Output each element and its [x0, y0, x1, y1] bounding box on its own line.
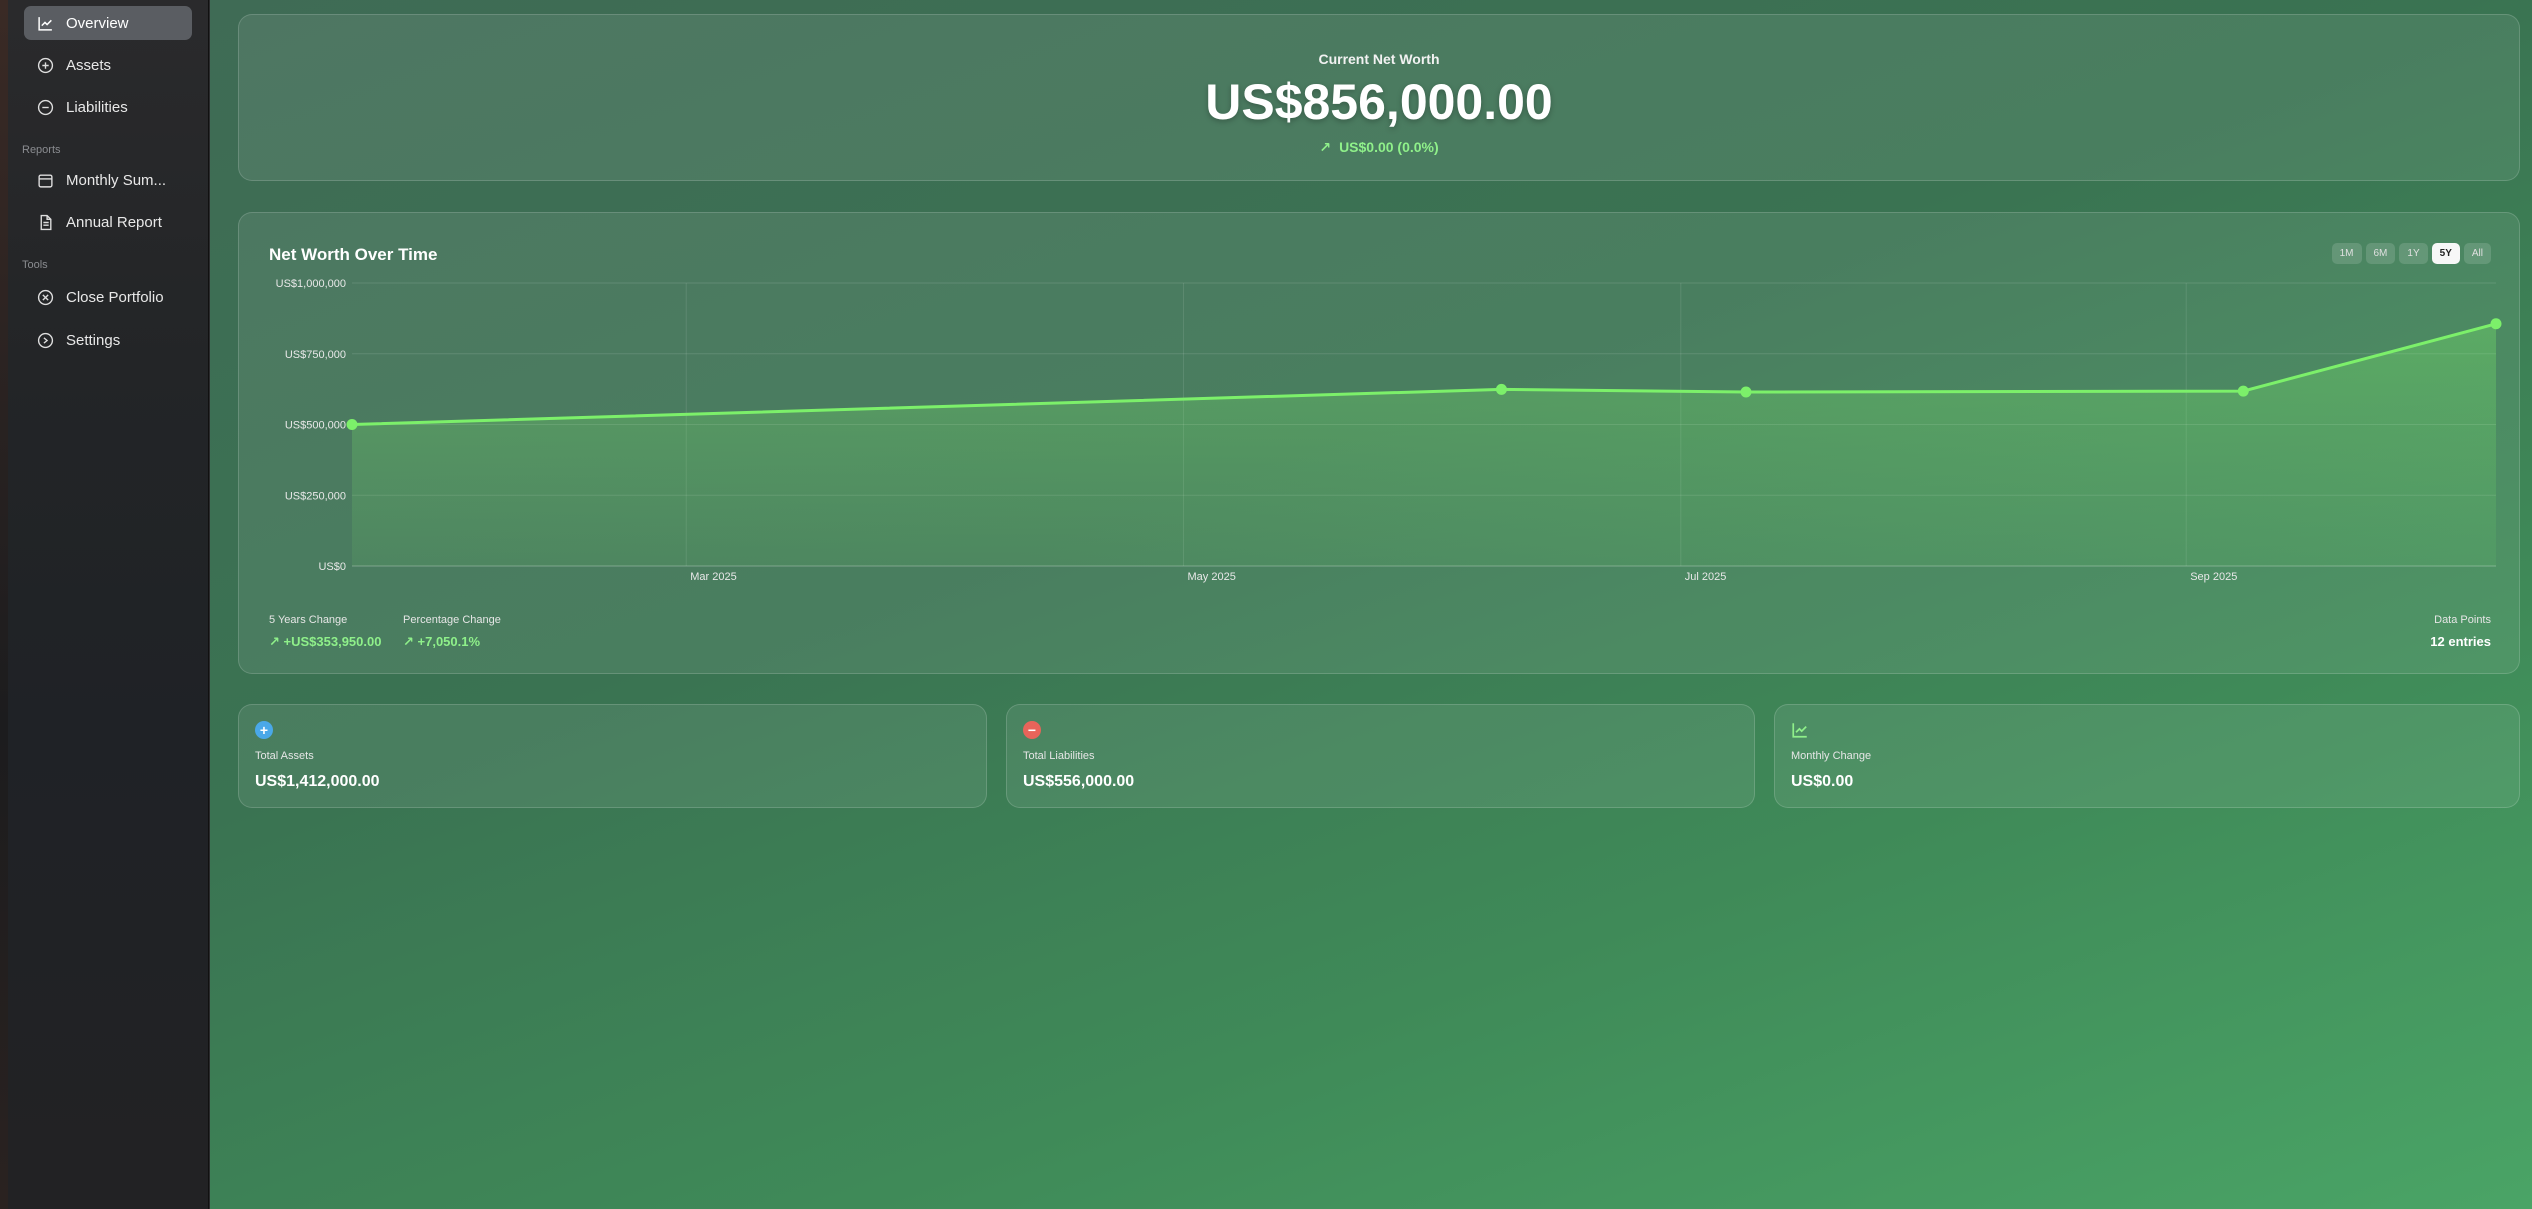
chart-line-icon [37, 15, 54, 32]
stat-value-text: +7,050.1% [417, 634, 481, 649]
y-tick-label: US$750,000 [285, 349, 346, 361]
summary-card-total-assets: + Total Assets US$1,412,000.00 [238, 704, 987, 808]
x-tick-label: Mar 2025 [690, 571, 736, 583]
arrow-up-right-icon: ↗ [1319, 139, 1332, 155]
x-tick-label: Sep 2025 [2190, 571, 2237, 583]
data-point[interactable] [1495, 383, 1507, 395]
sidebar-item-monthly-summary[interactable]: Monthly Sum... [24, 163, 192, 197]
y-tick-label: US$0 [318, 561, 346, 573]
plus-icon: + [255, 721, 273, 739]
y-tick-label: US$1,000,000 [276, 278, 346, 290]
summary-value: US$556,000.00 [1023, 773, 1135, 790]
sidebar-item-label: Liabilities [66, 98, 128, 116]
section-label-tools: Tools [22, 259, 48, 271]
arrow-up-right-icon: ↗ [269, 634, 284, 649]
y-tick-label: US$250,000 [285, 490, 346, 502]
x-circle-icon [37, 289, 54, 306]
sidebar-item-overview[interactable]: Overview [24, 6, 192, 40]
summary-label: Total Liabilities [1023, 750, 1095, 762]
data-point[interactable] [346, 419, 358, 430]
document-icon [37, 214, 54, 231]
stat-label: 5 Years Change [269, 614, 348, 626]
net-worth-value: US$856,000.00 [1205, 74, 1553, 130]
plus-circle-icon [37, 57, 54, 74]
y-tick-label: US$500,000 [285, 420, 346, 432]
stat-value: ↗ +7,050.1% [403, 634, 501, 650]
stat-value: 12 entries [2430, 634, 2491, 649]
calendar-icon [37, 172, 54, 189]
stat-data-points: Data Points 12 entries [2430, 614, 2491, 649]
section-label-reports: Reports [22, 144, 61, 156]
sidebar-item-label: Monthly Sum... [66, 171, 167, 189]
net-worth-label: Current Net Worth [1318, 51, 1440, 67]
sidebar-item-label: Settings [66, 331, 121, 349]
sidebar-item-label: Overview [66, 14, 129, 32]
data-point[interactable] [1740, 386, 1752, 398]
sidebar-item-annual-report[interactable]: Annual Report [24, 205, 192, 239]
stat-value-text: +US$353,950.00 [283, 634, 382, 649]
chart-line-icon [1791, 721, 1809, 739]
minus-circle-icon [37, 99, 54, 116]
sidebar-item-liabilities[interactable]: Liabilities [24, 90, 192, 124]
data-point[interactable] [2490, 318, 2502, 330]
stat-percentage-change: Percentage Change ↗ +7,050.1% [403, 614, 501, 650]
chart-area [352, 323, 2496, 566]
stat-label: Percentage Change [403, 614, 501, 626]
net-worth-change: ↗ US$0.00 (0.0%) [239, 139, 2519, 156]
sidebar-item-label: Annual Report [66, 213, 162, 231]
summary-value: US$1,412,000.00 [255, 773, 380, 790]
chart-card: Net Worth Over Time 1M 6M 1Y 5Y All US$1… [238, 212, 2520, 674]
main-content: Current Net Worth US$856,000.00 ↗ US$0.00… [210, 0, 2532, 1209]
gear-icon [37, 332, 54, 349]
net-worth-card: Current Net Worth US$856,000.00 ↗ US$0.00… [238, 14, 2520, 181]
sidebar-item-label: Close Portfolio [66, 288, 164, 306]
summary-label: Monthly Change [1791, 750, 1872, 762]
x-tick-label: May 2025 [1188, 571, 1236, 583]
window-edge [0, 0, 8, 1209]
minus-icon: − [1023, 721, 1041, 739]
summary-card-monthly-change: Monthly Change US$0.00 [1774, 704, 2520, 808]
stat-years-change: 5 Years Change ↗ +US$353,950.00 [269, 614, 381, 650]
sidebar-item-label: Assets [66, 56, 112, 74]
sidebar: Overview Assets Liabilities Reports Mont… [8, 0, 209, 1209]
data-point[interactable] [2237, 385, 2249, 397]
net-worth-change-value: US$0.00 (0.0%) [1339, 139, 1439, 155]
net-worth-chart: US$1,000,000 US$750,000 US$500,000 US$250,0… [276, 278, 2502, 583]
stat-label: Data Points [2434, 614, 2491, 626]
summary-card-total-liabilities: − Total Liabilities US$556,000.00 [1006, 704, 1755, 808]
summary-label: Total Assets [255, 750, 314, 762]
arrow-up-right-icon: ↗ [403, 634, 418, 649]
x-tick-label: Jul 2025 [1685, 571, 1727, 583]
sidebar-item-assets[interactable]: Assets [24, 48, 192, 82]
summary-value: US$0.00 [1791, 773, 1854, 790]
stat-value: ↗ +US$353,950.00 [269, 634, 381, 650]
sidebar-item-close-portfolio[interactable]: Close Portfolio [24, 280, 192, 314]
sidebar-item-settings[interactable]: Settings [24, 323, 192, 357]
